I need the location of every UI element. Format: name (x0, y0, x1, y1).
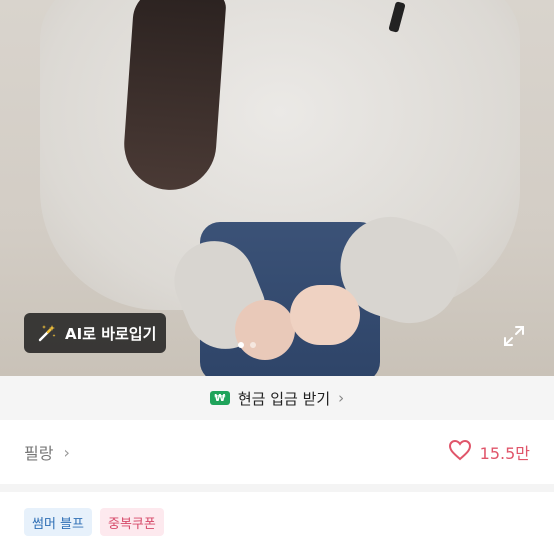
pagination-dot[interactable] (250, 342, 256, 348)
hair-shape (121, 0, 227, 193)
chevron-right-icon: › (63, 442, 70, 462)
heart-outline-icon (448, 439, 472, 465)
pagination-dot-active[interactable] (238, 342, 244, 348)
magic-wand-icon (37, 323, 57, 343)
chevron-right-icon: › (338, 389, 345, 407)
cash-deposit-banner[interactable]: ₩ 현금 입금 받기 › (0, 376, 554, 420)
shop-row: 필랑 › 15.5만 (0, 420, 554, 484)
right-hand-shape (290, 285, 360, 345)
product-image[interactable]: AI로 바로입기 (0, 0, 554, 376)
section-divider (0, 484, 554, 492)
like-button[interactable]: 15.5만 (448, 439, 530, 465)
shop-link[interactable]: 필랑 › (24, 440, 70, 464)
expand-icon[interactable] (502, 324, 526, 348)
promo-tags: 썸머 블프 중복쿠폰 (24, 508, 164, 536)
won-icon: ₩ (209, 391, 230, 405)
promo-tag: 썸머 블프 (24, 508, 92, 536)
left-hand-shape (235, 300, 295, 360)
ai-try-on-label: AI로 바로입기 (65, 324, 157, 343)
cash-deposit-label: 현금 입금 받기 (237, 389, 331, 408)
image-pagination (238, 342, 256, 348)
like-count: 15.5만 (479, 444, 530, 463)
coupon-tag: 중복쿠폰 (99, 508, 164, 536)
ai-try-on-button[interactable]: AI로 바로입기 (24, 313, 166, 353)
shop-name: 필랑 (24, 444, 54, 463)
